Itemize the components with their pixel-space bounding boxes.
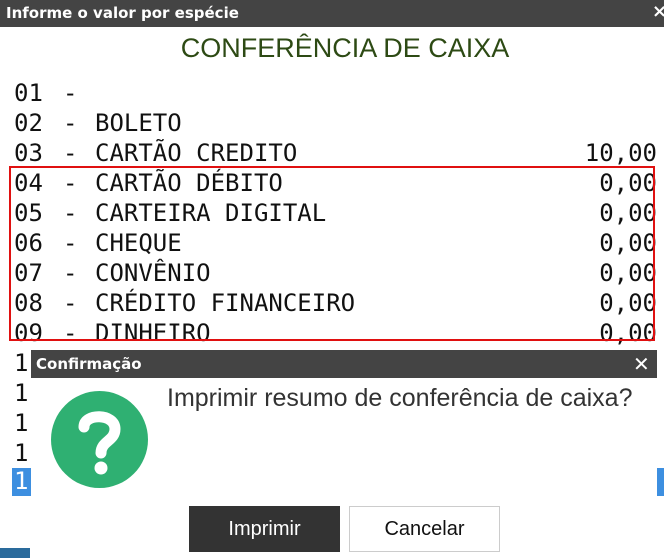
item-separator: - — [63, 79, 78, 107]
window-titlebar: Informe o valor por espécie × — [0, 0, 664, 27]
window-title: Informe o valor por espécie — [6, 4, 239, 22]
taskbar-corner — [0, 548, 30, 558]
item-code: 02 — [14, 109, 43, 137]
list-item[interactable]: 01 - — [14, 78, 664, 108]
page-title: CONFERÊNCIA DE CAIXA — [180, 33, 510, 63]
hidden-row-prefix: 1 — [14, 467, 29, 495]
print-button[interactable]: Imprimir — [189, 506, 340, 552]
dialog-message: Imprimir resumo de conferência de caixa? — [167, 384, 633, 412]
item-label: BOLETO — [95, 109, 182, 137]
item-value: 10,00 — [584, 139, 657, 167]
item-code: 03 — [14, 139, 43, 167]
question-icon — [51, 391, 148, 488]
hidden-row-prefix: 1 — [14, 349, 29, 377]
dialog-title: Confirmação — [36, 355, 142, 373]
list-item[interactable]: 03 - CARTÃO CREDITO 10,00 — [14, 138, 664, 168]
window-close-icon[interactable]: × — [652, 1, 664, 22]
hidden-row-prefix: 1 — [14, 379, 29, 407]
dialog-close-icon[interactable]: ✕ — [633, 352, 650, 376]
confirmation-dialog: Confirmação ✕ Imprimir resumo de conferê… — [31, 350, 657, 558]
item-label: CARTÃO CREDITO — [95, 139, 298, 167]
selected-row-highlight-edge — [657, 468, 664, 496]
hidden-row-prefix: 1 — [14, 439, 29, 467]
highlight-annotation-box — [9, 166, 655, 341]
dialog-titlebar: Confirmação ✕ — [31, 350, 657, 378]
item-separator: - — [63, 109, 78, 137]
list-item[interactable]: 02 - BOLETO — [14, 108, 664, 138]
item-separator: - — [63, 139, 78, 167]
cancel-button[interactable]: Cancelar — [349, 506, 500, 552]
item-code: 01 — [14, 79, 43, 107]
hidden-row-prefix: 1 — [14, 409, 29, 437]
